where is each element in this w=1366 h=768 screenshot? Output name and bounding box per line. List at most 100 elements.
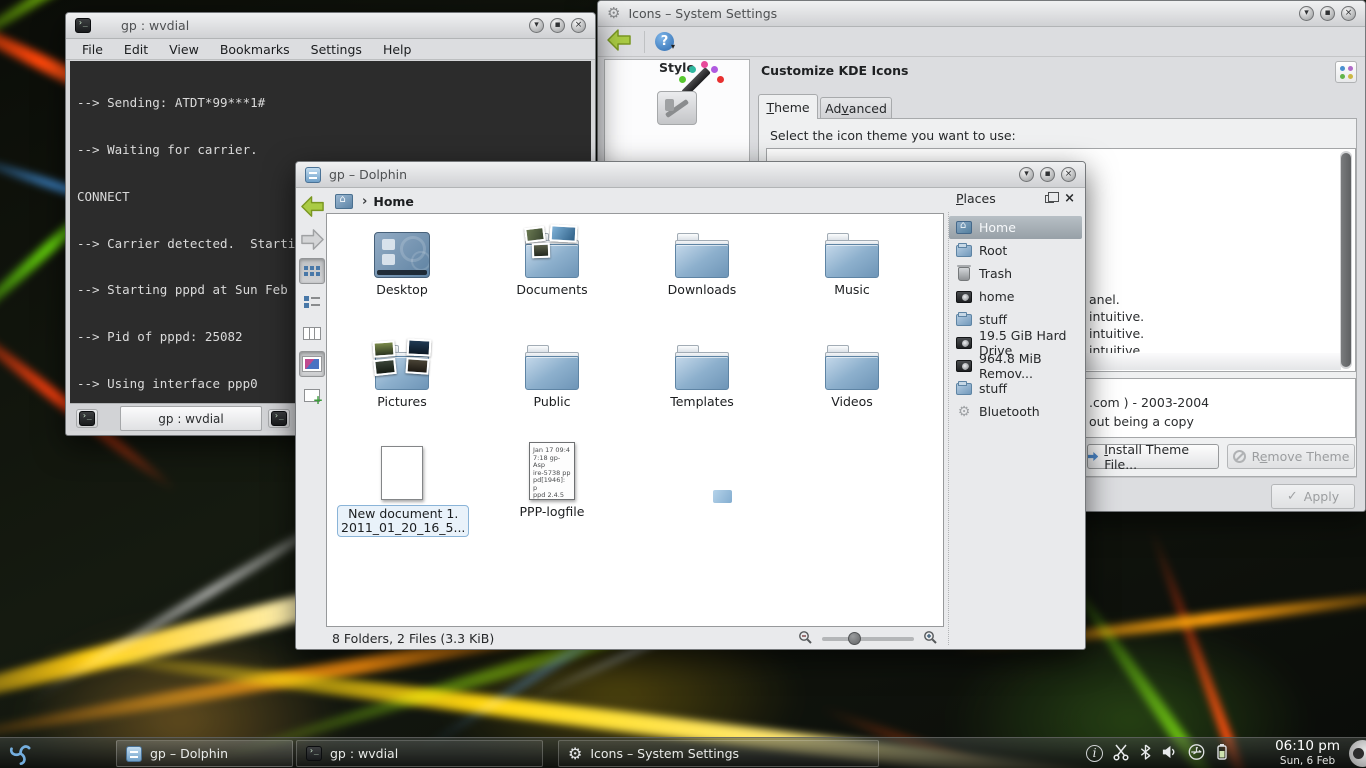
- sidebar-item-label: Style: [605, 60, 749, 75]
- zoom-out-button[interactable]: [798, 630, 813, 648]
- back-button[interactable]: [604, 27, 634, 57]
- place-trash[interactable]: Trash: [949, 262, 1082, 285]
- close-button[interactable]: ×: [571, 18, 586, 33]
- back-button[interactable]: [298, 192, 326, 220]
- menu-help[interactable]: Help: [383, 42, 412, 57]
- menu-bookmarks[interactable]: Bookmarks: [220, 42, 290, 57]
- details-view-button[interactable]: [299, 289, 325, 315]
- zoom-in-icon: [923, 630, 938, 645]
- notifications-icon[interactable]: i: [1086, 745, 1103, 762]
- file-item[interactable]: Desktop: [337, 220, 467, 297]
- titlebar[interactable]: gp : wvdial ▾ ▪ ×: [66, 13, 595, 39]
- thumbnail-artifact: [713, 490, 732, 503]
- task-label: gp – Dolphin: [150, 746, 228, 761]
- menu-view[interactable]: View: [169, 42, 199, 57]
- breadcrumb-home-button[interactable]: [332, 191, 356, 211]
- columns-view-button[interactable]: [299, 320, 325, 346]
- minimize-button[interactable]: ▾: [1299, 6, 1314, 21]
- file-label: Downloads: [637, 283, 767, 297]
- theme-description-line: anel.: [1089, 291, 1144, 308]
- preview-icon: [303, 357, 321, 371]
- place-home-drive[interactable]: home: [949, 285, 1082, 308]
- split-view-button[interactable]: [299, 382, 325, 408]
- zoom-slider[interactable]: [822, 637, 914, 641]
- tab-advanced[interactable]: Advanced: [820, 97, 892, 119]
- tab-theme[interactable]: Theme: [758, 94, 818, 119]
- forward-button[interactable]: [298, 225, 326, 253]
- label-rest: laces: [964, 191, 996, 206]
- close-button[interactable]: ×: [1341, 6, 1356, 21]
- remove-theme-button[interactable]: Remove Theme: [1227, 444, 1355, 469]
- folder-view[interactable]: Desktop Documents Downloads Music Pictur…: [326, 213, 944, 627]
- maximize-button[interactable]: ▪: [550, 18, 565, 33]
- place-root[interactable]: Root: [949, 239, 1082, 262]
- titlebar[interactable]: ⚙ Icons – System Settings ▾ ▪ ×: [598, 1, 1365, 27]
- file-item-selected[interactable]: New document 1.2011_01_20_16_5...: [337, 442, 467, 537]
- file-item[interactable]: Templates: [637, 332, 767, 409]
- menu-settings[interactable]: Settings: [311, 42, 362, 57]
- launcher-logo-icon: [6, 739, 35, 768]
- preview-toggle-button[interactable]: [299, 351, 325, 377]
- file-item[interactable]: Jan 17 09:47:18 gp-Aspire-5738 pppd[1946…: [487, 442, 617, 519]
- file-item[interactable]: Downloads: [637, 220, 767, 297]
- menu-file[interactable]: File: [82, 42, 103, 57]
- label-pre: R: [1252, 449, 1260, 464]
- overview-button[interactable]: [1335, 61, 1357, 83]
- sidebar-item-style[interactable]: Style: [605, 60, 749, 75]
- file-label: Desktop: [337, 283, 467, 297]
- file-item[interactable]: Videos: [787, 332, 917, 409]
- trash-icon: [958, 267, 970, 281]
- close-panel-icon[interactable]: ×: [1064, 193, 1075, 205]
- device-notifier-icon[interactable]: [1187, 743, 1206, 765]
- file-item[interactable]: Public: [487, 332, 617, 409]
- panel-toolbox-cashew[interactable]: [1349, 740, 1366, 767]
- place-removable-drive[interactable]: 964.8 MiB Remov...: [949, 354, 1082, 377]
- titlebar[interactable]: gp – Dolphin ▾ ▪ ×: [296, 162, 1085, 188]
- taskbar-task-system-settings[interactable]: ⚙ Icons – System Settings: [558, 740, 879, 767]
- columns-view-icon: [303, 327, 321, 340]
- scrollbar-thumb[interactable]: [1341, 153, 1351, 367]
- taskbar-task-dolphin[interactable]: gp – Dolphin: [116, 740, 293, 767]
- zoom-in-button[interactable]: [923, 630, 938, 648]
- menu-edit[interactable]: Edit: [124, 42, 148, 57]
- file-item[interactable]: Music: [787, 220, 917, 297]
- apply-button[interactable]: ✓ Apply: [1271, 484, 1355, 509]
- file-item[interactable]: Pictures: [337, 332, 467, 409]
- place-label: Root: [979, 243, 1007, 258]
- icons-view-button[interactable]: [299, 258, 325, 284]
- app-launcher-button[interactable]: [6, 739, 35, 768]
- new-tab-button[interactable]: [76, 409, 98, 428]
- klipper-icon[interactable]: [1112, 743, 1130, 765]
- tab-list-button[interactable]: [268, 409, 290, 428]
- taskbar-task-wvdial[interactable]: gp : wvdial: [296, 740, 543, 767]
- folder-icon: [956, 314, 972, 326]
- scrollbar[interactable]: [1340, 151, 1352, 369]
- drive-icon: [956, 291, 972, 303]
- close-button[interactable]: ×: [1061, 167, 1076, 182]
- minimize-button[interactable]: ▾: [529, 18, 544, 33]
- volume-icon[interactable]: [1161, 744, 1178, 764]
- dolphin-icon: [305, 167, 321, 183]
- session-tab[interactable]: gp : wvdial: [120, 406, 262, 431]
- install-theme-button[interactable]: Install Theme File...: [1087, 444, 1219, 469]
- maximize-button[interactable]: ▪: [1040, 167, 1055, 182]
- place-label: Home: [979, 220, 1016, 235]
- battery-icon[interactable]: [1215, 743, 1229, 765]
- zoom-slider-handle[interactable]: [848, 632, 861, 645]
- window-title: Icons – System Settings: [628, 6, 777, 21]
- file-label: Public: [487, 395, 617, 409]
- status-text: 8 Folders, 2 Files (3.3 KiB): [332, 631, 494, 646]
- minimize-button[interactable]: ▾: [1019, 167, 1034, 182]
- settings-category-icon[interactable]: [657, 91, 697, 125]
- digital-clock[interactable]: 06:10 pm Sun, 6 Feb: [1275, 739, 1340, 768]
- breadcrumb-home-label[interactable]: Home: [373, 194, 414, 209]
- place-bluetooth[interactable]: ⚙Bluetooth: [949, 400, 1082, 423]
- maximize-button[interactable]: ▪: [1320, 6, 1335, 21]
- label-rest: nstall Theme File...: [1104, 442, 1189, 472]
- place-home[interactable]: Home: [949, 216, 1082, 239]
- float-panel-icon[interactable]: [1045, 195, 1054, 203]
- file-item[interactable]: Documents: [487, 220, 617, 297]
- apply-label: Apply: [1304, 489, 1339, 504]
- help-button[interactable]: ? ▾: [655, 32, 675, 51]
- bluetooth-icon[interactable]: [1139, 743, 1152, 765]
